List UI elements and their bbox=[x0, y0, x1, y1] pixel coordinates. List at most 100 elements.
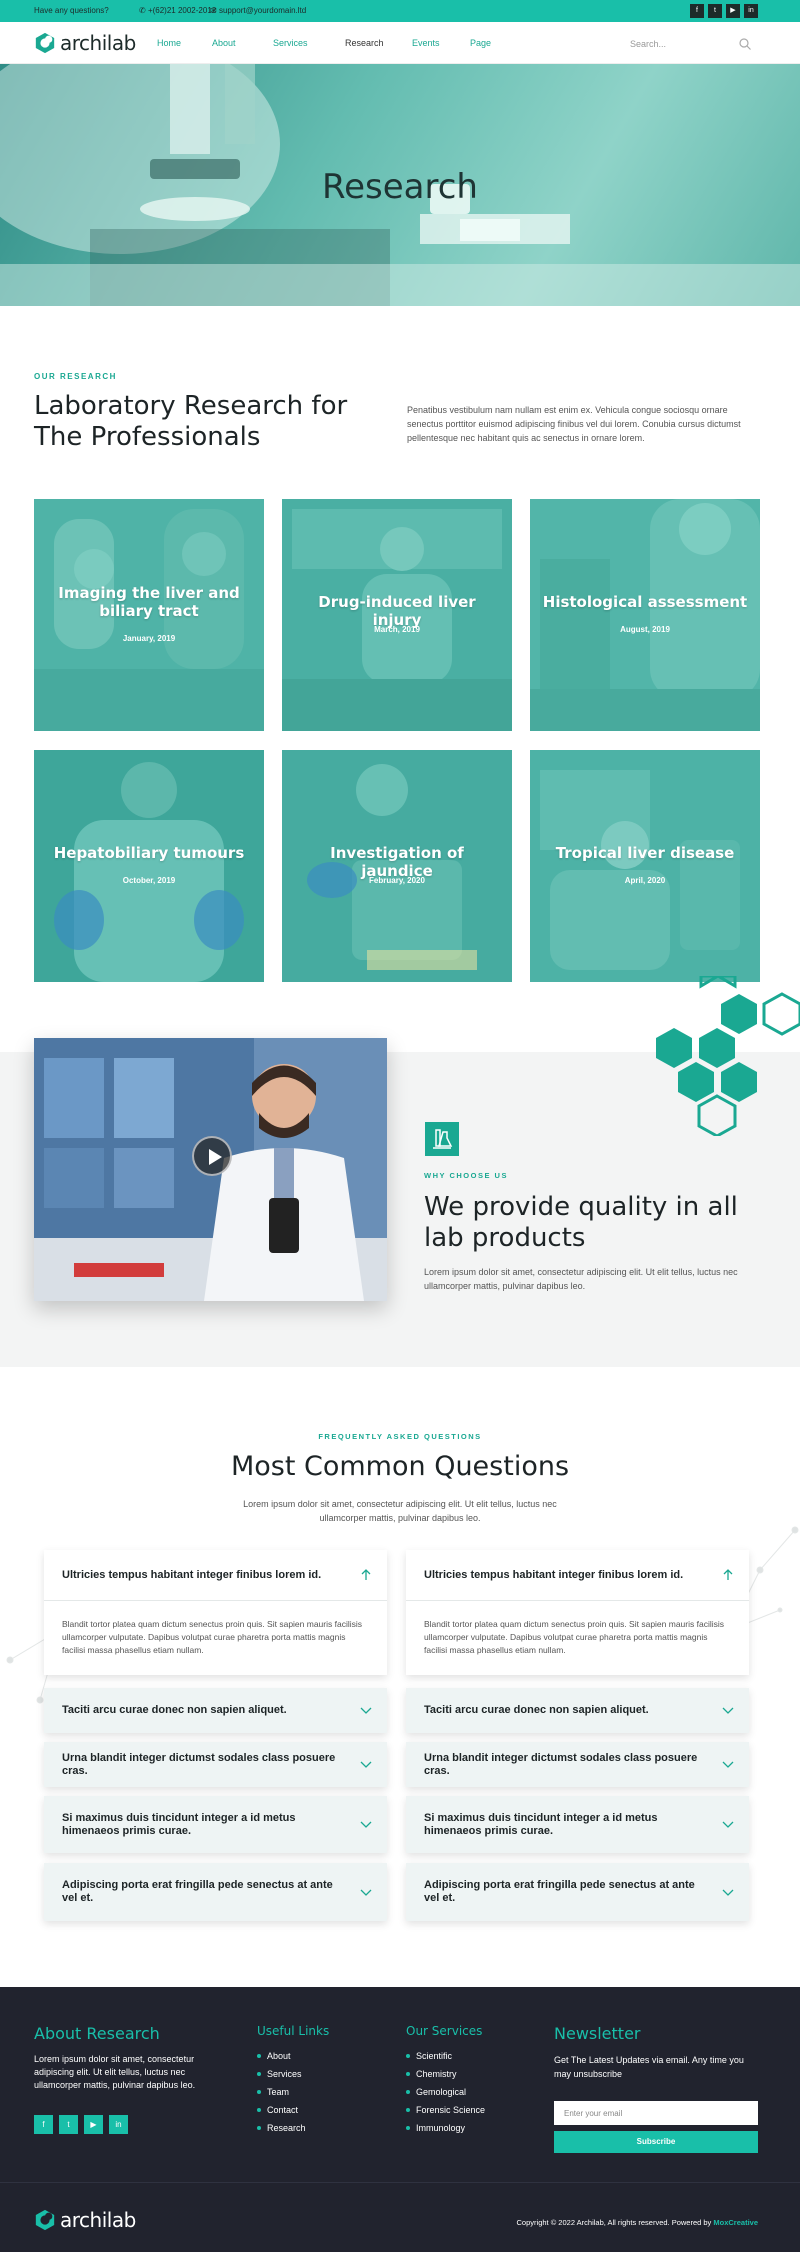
video-thumbnail[interactable] bbox=[34, 1038, 387, 1301]
footer-logo-text: archilab bbox=[60, 2208, 136, 2232]
chevron-down-icon[interactable] bbox=[721, 1885, 735, 1899]
research-description: Penatibus vestibulum nam nullam est enim… bbox=[407, 405, 741, 443]
footer-logo[interactable]: archilab bbox=[34, 2208, 136, 2232]
faq-item-open[interactable]: Ultricies tempus habitant integer finibu… bbox=[44, 1550, 387, 1675]
footer-service-link[interactable]: Scientific bbox=[406, 2047, 485, 2065]
research-card[interactable]: Hepatobiliary tumours October, 2019 bbox=[34, 750, 264, 982]
research-card[interactable]: Investigation of jaundice February, 2020 bbox=[282, 750, 512, 982]
card-title: Hepatobiliary tumours bbox=[53, 844, 245, 862]
facebook-icon[interactable]: f bbox=[690, 4, 704, 18]
arrow-up-icon[interactable] bbox=[721, 1568, 735, 1582]
faq-question: Taciti arcu curae donec non sapien aliqu… bbox=[424, 1704, 649, 1716]
nav-home[interactable]: Home bbox=[157, 38, 181, 48]
twitter-icon[interactable]: t bbox=[708, 4, 722, 18]
play-button-icon[interactable] bbox=[192, 1136, 232, 1176]
email-link[interactable]: ✉ support@yourdomain.ltd bbox=[210, 6, 306, 15]
research-card[interactable]: Drug-induced liver injury March, 2019 bbox=[282, 499, 512, 731]
footer-service-link[interactable]: Forensic Science bbox=[406, 2101, 485, 2119]
footer-service-link[interactable]: Chemistry bbox=[406, 2065, 485, 2083]
search-icon[interactable] bbox=[738, 37, 752, 51]
nav-about[interactable]: About bbox=[212, 38, 236, 48]
chevron-down-icon[interactable] bbox=[721, 1757, 735, 1771]
footer-link[interactable]: Team bbox=[257, 2083, 306, 2101]
linkedin-icon[interactable]: in bbox=[109, 2115, 128, 2134]
twitter-icon[interactable]: t bbox=[59, 2115, 78, 2134]
footer-newsletter-title: Newsletter bbox=[554, 2024, 641, 2043]
footer-link[interactable]: Services bbox=[257, 2065, 306, 2083]
faq-answer: Blandit tortor platea quam dictum senect… bbox=[424, 1619, 725, 1655]
chevron-down-icon[interactable] bbox=[359, 1885, 373, 1899]
search-input[interactable]: Search... bbox=[628, 34, 752, 54]
faq-eyebrow: FREQUENTLY ASKED QUESTIONS bbox=[318, 1432, 482, 1441]
faq-question: Ultricies tempus habitant integer finibu… bbox=[424, 1568, 684, 1581]
quality-title-line1: We provide quality in all bbox=[424, 1192, 738, 1222]
newsletter-email-input[interactable]: Enter your email bbox=[554, 2101, 758, 2125]
footer-links-title: Useful Links bbox=[257, 2024, 330, 2038]
faq-description: Lorem ipsum dolor sit amet, consectetur … bbox=[0, 1497, 800, 1525]
faq-item[interactable]: Taciti arcu curae donec non sapien aliqu… bbox=[406, 1688, 749, 1733]
subscribe-button[interactable]: Subscribe bbox=[554, 2131, 758, 2153]
quality-title: We provide quality in all lab products bbox=[424, 1192, 738, 1254]
footer-link[interactable]: Contact bbox=[257, 2101, 306, 2119]
card-date: August, 2019 bbox=[620, 625, 670, 634]
footer-divider bbox=[0, 2182, 800, 2183]
mail-icon: ✉ bbox=[210, 6, 217, 15]
faq-item[interactable]: Urna blandit integer dictumst sodales cl… bbox=[44, 1742, 387, 1787]
faq-question: Urna blandit integer dictumst sodales cl… bbox=[62, 1751, 336, 1777]
faq-item[interactable]: Si maximus duis tincidunt integer a id m… bbox=[44, 1796, 387, 1853]
logo-icon bbox=[35, 32, 55, 54]
faq-item[interactable]: Si maximus duis tincidunt integer a id m… bbox=[406, 1796, 749, 1853]
phone-icon: ✆ bbox=[139, 6, 146, 15]
faq-description-line2: ullamcorper mattis, pulvinar dapibus leo… bbox=[319, 1513, 481, 1523]
search-placeholder: Search... bbox=[630, 39, 667, 49]
logo[interactable]: archilab bbox=[34, 31, 136, 55]
arrow-up-icon[interactable] bbox=[359, 1568, 373, 1582]
chevron-down-icon[interactable] bbox=[721, 1817, 735, 1831]
powered-by-link[interactable]: MoxCreative bbox=[713, 2218, 758, 2227]
youtube-icon[interactable]: ▶ bbox=[726, 4, 740, 18]
lab-photo bbox=[530, 750, 760, 982]
faq-answer: Blandit tortor platea quam dictum senect… bbox=[62, 1619, 363, 1655]
card-date: October, 2019 bbox=[122, 876, 176, 885]
nav-page[interactable]: Page bbox=[470, 38, 491, 48]
faq-question: Si maximus duis tincidunt integer a id m… bbox=[62, 1811, 296, 1837]
faq-question: Si maximus duis tincidunt integer a id m… bbox=[424, 1811, 658, 1837]
nav-research[interactable]: Research bbox=[345, 38, 384, 48]
footer-link[interactable]: Research bbox=[257, 2119, 306, 2137]
lab-photo bbox=[34, 750, 264, 982]
phone-link[interactable]: ✆ +(62)21 2002-2012 bbox=[139, 6, 216, 15]
nav-events[interactable]: Events bbox=[412, 38, 440, 48]
faq-item[interactable]: Adipiscing porta erat fringilla pede sen… bbox=[406, 1863, 749, 1921]
copyright-text: Copyright © 2022 Archilab, All rights re… bbox=[516, 2218, 714, 2227]
questions-text: Have any questions? bbox=[34, 6, 109, 15]
youtube-icon[interactable]: ▶ bbox=[84, 2115, 103, 2134]
faq-item[interactable]: Urna blandit integer dictumst sodales cl… bbox=[406, 1742, 749, 1787]
footer-service-link[interactable]: Gemological bbox=[406, 2083, 485, 2101]
linkedin-icon[interactable]: in bbox=[744, 4, 758, 18]
lab-icon-box bbox=[425, 1122, 459, 1156]
footer-services-title: Our Services bbox=[406, 2024, 483, 2038]
copyright: Copyright © 2022 Archilab, All rights re… bbox=[517, 2218, 758, 2227]
footer-link[interactable]: About bbox=[257, 2047, 306, 2065]
quality-eyebrow: WHY CHOOSE US bbox=[424, 1171, 508, 1180]
footer-service-link[interactable]: Immunology bbox=[406, 2119, 485, 2137]
chevron-down-icon[interactable] bbox=[359, 1703, 373, 1717]
research-card[interactable]: Tropical liver disease April, 2020 bbox=[530, 750, 760, 982]
chevron-down-icon[interactable] bbox=[359, 1757, 373, 1771]
footer-services-list: Scientific Chemistry Gemological Forensi… bbox=[406, 2047, 485, 2137]
facebook-icon[interactable]: f bbox=[34, 2115, 53, 2134]
chevron-down-icon[interactable] bbox=[721, 1703, 735, 1717]
faq-item-open[interactable]: Ultricies tempus habitant integer finibu… bbox=[406, 1550, 749, 1675]
nav-services[interactable]: Services bbox=[273, 38, 308, 48]
faq-item[interactable]: Taciti arcu curae donec non sapien aliqu… bbox=[44, 1688, 387, 1733]
research-card[interactable]: Imaging the liver and biliary tract Janu… bbox=[34, 499, 264, 731]
navbar: archilab Home About Services Research Ev… bbox=[0, 22, 800, 64]
faq-item[interactable]: Adipiscing porta erat fringilla pede sen… bbox=[44, 1863, 387, 1921]
research-eyebrow: OUR RESEARCH bbox=[34, 372, 117, 381]
research-title-line2: The Professionals bbox=[34, 422, 261, 452]
hero-banner: Research bbox=[0, 64, 800, 306]
research-card[interactable]: Histological assessment August, 2019 bbox=[530, 499, 760, 731]
chevron-down-icon[interactable] bbox=[359, 1817, 373, 1831]
footer-about-title: About Research bbox=[34, 2024, 160, 2043]
phone-text: +(62)21 2002-2012 bbox=[147, 6, 217, 15]
